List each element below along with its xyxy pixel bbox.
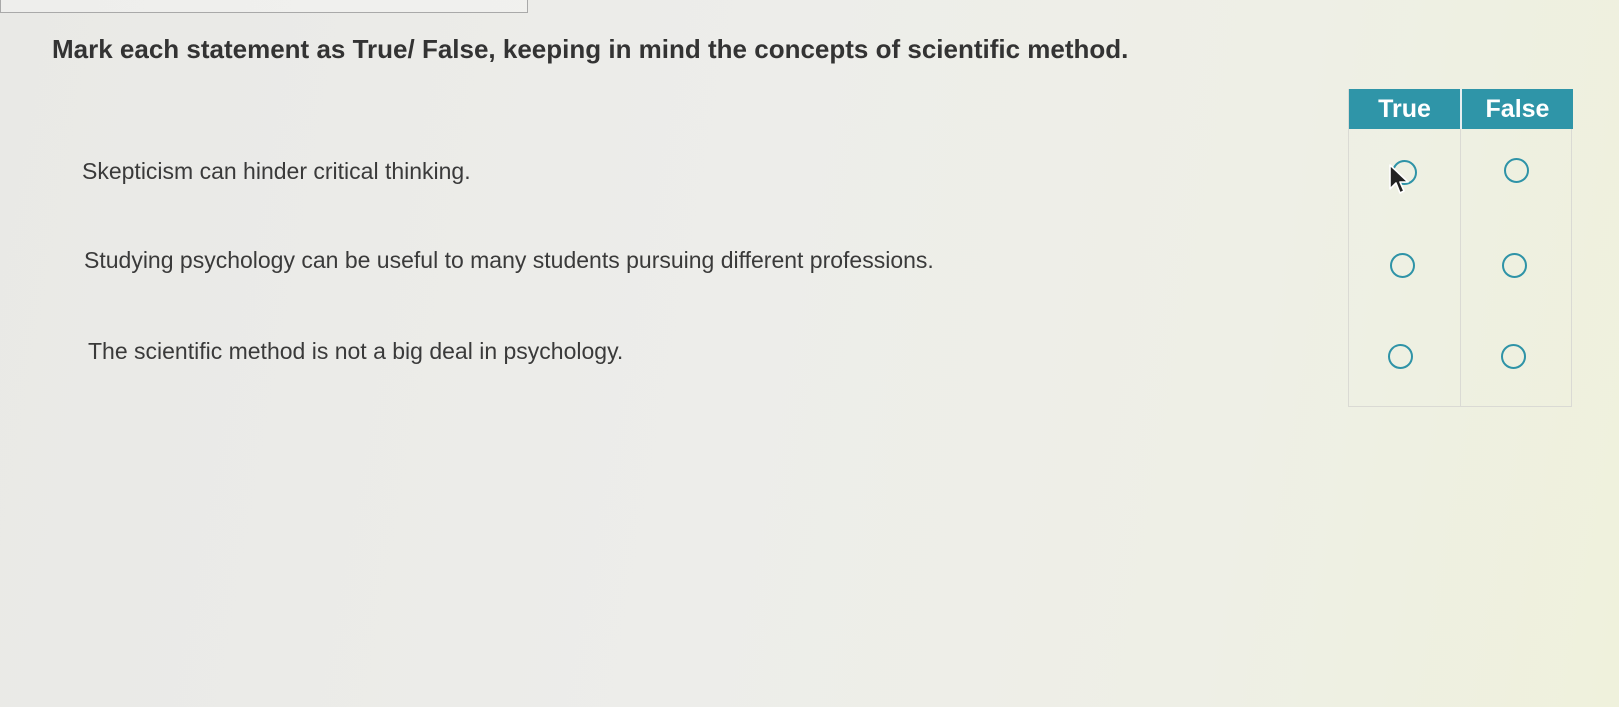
column-divider (1460, 129, 1461, 407)
statement-3: The scientific method is not a big deal … (88, 338, 624, 364)
top-tab-strip (0, 0, 528, 13)
row-3-false-radio[interactable] (1501, 344, 1526, 369)
true-column-header: True (1378, 95, 1431, 123)
false-column-header: False (1460, 89, 1573, 129)
statement-1: Skepticism can hinder critical thinking. (82, 158, 471, 184)
row-3-true-radio[interactable] (1388, 344, 1413, 369)
row-2-false-radio[interactable] (1502, 253, 1527, 278)
mouse-pointer-icon (1389, 164, 1409, 194)
question-prompt: Mark each statement as True/ False, keep… (52, 34, 1129, 64)
row-2-true-radio[interactable] (1390, 253, 1415, 278)
statement-2: Studying psychology can be useful to man… (84, 247, 934, 273)
true-false-table: True False (1348, 89, 1573, 407)
table-header: True False (1349, 89, 1573, 129)
row-1-false-radio[interactable] (1504, 158, 1529, 183)
